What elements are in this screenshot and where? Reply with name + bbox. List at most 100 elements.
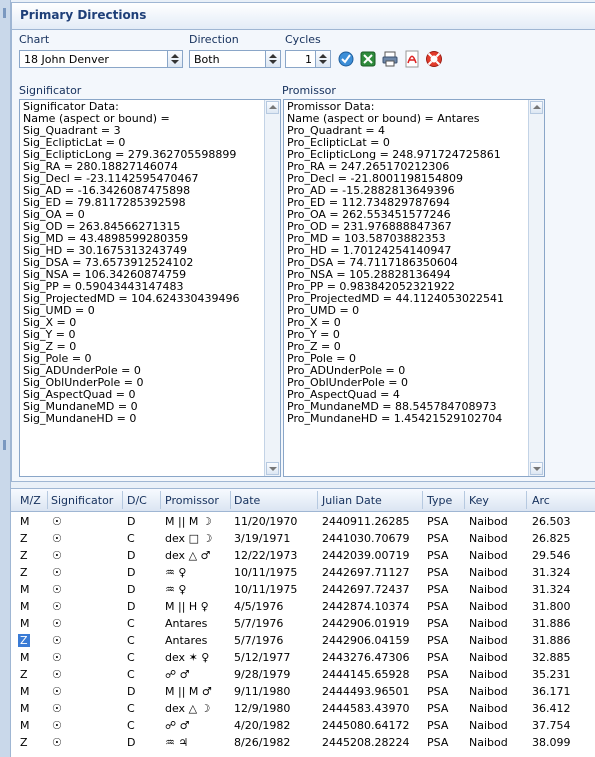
col-header-date[interactable]: Date bbox=[234, 494, 260, 507]
col-header-julian-date[interactable]: Julian Date bbox=[322, 494, 382, 507]
table-row[interactable]: M ☉ Cdex △ ☽ 12/9/1980 2444583.43970 PSA Naibo… bbox=[11, 700, 595, 717]
cell-date: 10/11/1975 bbox=[234, 566, 298, 579]
cell-promissor: M || M ♂ bbox=[165, 685, 212, 698]
cell-promissor: M || M ☽ bbox=[165, 515, 212, 528]
cell-arc: 31.800 bbox=[532, 600, 571, 613]
cell-arc: 36.171 bbox=[532, 685, 571, 698]
scroll-up-icon[interactable] bbox=[530, 101, 543, 114]
cell-type: PSA bbox=[427, 651, 449, 664]
scroll-down-icon[interactable] bbox=[266, 462, 279, 475]
scroll-up-icon[interactable] bbox=[266, 101, 279, 114]
cell-promissor: ☍ ♂ bbox=[165, 668, 190, 681]
significator-scrollbar[interactable] bbox=[264, 100, 280, 476]
cell-mz: Z bbox=[20, 532, 28, 545]
cell-dc: C bbox=[127, 651, 135, 664]
table-row[interactable]: M ☉ C ☍ ♂ 4/20/1982 2445080.64172 PSA Naibod 37.… bbox=[11, 717, 595, 734]
col-header-dc[interactable]: D/C bbox=[127, 494, 147, 507]
cycles-spin-arrows-icon[interactable] bbox=[315, 51, 330, 67]
cell-dc: D bbox=[127, 736, 136, 749]
direction-select-value: Both bbox=[194, 53, 220, 66]
table-row[interactable]: Z ☉ C Antares 5/7/1976 2442906.04159 PSA Naibod… bbox=[11, 632, 595, 649]
table-row[interactable]: Z ☉ Ddex △ ♂ 12/22/1973 2442039.00719 PSA Naib… bbox=[11, 547, 595, 564]
cell-dc: D bbox=[127, 549, 136, 562]
cell-type: PSA bbox=[427, 736, 449, 749]
cell-arc: 35.231 bbox=[532, 668, 571, 681]
cell-type: PSA bbox=[427, 566, 449, 579]
table-row[interactable]: M ☉ D M || H ♀ 4/5/1976 2442874.10374 PSA Naibo… bbox=[11, 598, 595, 615]
cell-julian-date: 2445080.64172 bbox=[322, 719, 410, 732]
promissor-textbox[interactable]: Promissor Data: Name (aspect or bound) =… bbox=[283, 99, 545, 477]
window: Primary Directions Chart 18 John Denver … bbox=[0, 0, 595, 757]
cell-arc: 26.825 bbox=[532, 532, 571, 545]
cell-promissor: ☍ ♂ bbox=[165, 719, 190, 732]
cell-julian-date: 2444493.96501 bbox=[322, 685, 410, 698]
cell-dc: D bbox=[127, 566, 136, 579]
cell-type: PSA bbox=[427, 634, 449, 647]
cell-date: 4/20/1982 bbox=[234, 719, 291, 732]
cell-type: PSA bbox=[427, 617, 449, 630]
col-header-promissor[interactable]: Promissor bbox=[165, 494, 219, 507]
table-row[interactable]: M ☉ Cdex ✶ ♀ 5/12/1977 2443276.47306 PSA Naibo… bbox=[11, 649, 595, 666]
cell-julian-date: 2442697.71127 bbox=[322, 566, 410, 579]
cell-julian-date: 2441030.70679 bbox=[322, 532, 410, 545]
table-row[interactable]: Z ☉ D ♒ ♃ 8/26/1982 2445208.28224 PSA Naibod 38.… bbox=[11, 734, 595, 751]
cell-julian-date: 2442039.00719 bbox=[322, 549, 410, 562]
cell-julian-date: 2443276.47306 bbox=[322, 651, 410, 664]
cell-mz: M bbox=[20, 719, 30, 732]
table-row[interactable]: Z ☉ D ♒ ♀ 10/11/1975 2442697.71127 PSA Naibod 31… bbox=[11, 564, 595, 581]
left-dock-edge[interactable] bbox=[0, 0, 11, 757]
chart-select[interactable]: 18 John Denver bbox=[19, 50, 183, 68]
cell-dc: C bbox=[127, 634, 135, 647]
cell-arc: 29.546 bbox=[532, 549, 571, 562]
cell-significator: ☉ bbox=[52, 651, 62, 664]
col-header-arc[interactable]: Arc bbox=[532, 494, 550, 507]
cell-significator: ☉ bbox=[52, 600, 62, 613]
cell-dc: C bbox=[127, 617, 135, 630]
col-header-type[interactable]: Type bbox=[427, 494, 452, 507]
table-row[interactable]: M ☉ D ♒ ♀ 10/11/1975 2442697.72437 PSA Naibod 31… bbox=[11, 581, 595, 598]
table-row[interactable]: Z ☉ C ☍ ♂ 9/28/1979 2444145.65928 PSA Naibod 35.… bbox=[11, 666, 595, 683]
cell-julian-date: 2442906.04159 bbox=[322, 634, 410, 647]
table-row[interactable]: M ☉ D M || M ♂ 9/11/1980 2444493.96501 PSA Naib… bbox=[11, 683, 595, 700]
table-row[interactable]: Z ☉ Cdex □ ☽ 3/19/1971 2441030.70679 PSA Naibo… bbox=[11, 530, 595, 547]
chart-select-arrow-icon[interactable] bbox=[167, 51, 182, 67]
cell-significator: ☉ bbox=[52, 617, 62, 630]
col-header-key[interactable]: Key bbox=[469, 494, 489, 507]
pdf-icon[interactable] bbox=[403, 50, 421, 68]
cell-key: Naibod bbox=[469, 719, 508, 732]
cell-significator: ☉ bbox=[52, 668, 62, 681]
cell-key: Naibod bbox=[469, 600, 508, 613]
cell-key: Naibod bbox=[469, 634, 508, 647]
col-header-significator[interactable]: Significator bbox=[51, 494, 113, 507]
cell-mz: M bbox=[20, 651, 30, 664]
cell-date: 5/7/1976 bbox=[234, 617, 284, 630]
cell-type: PSA bbox=[427, 668, 449, 681]
promissor-scrollbar[interactable] bbox=[528, 100, 544, 476]
direction-select-arrow-icon[interactable] bbox=[265, 51, 280, 67]
cell-significator: ☉ bbox=[52, 634, 62, 647]
export-excel-icon[interactable] bbox=[359, 50, 377, 68]
significator-textbox[interactable]: Significator Data: Name (aspect or bound… bbox=[19, 99, 281, 477]
cell-dc: D bbox=[127, 515, 136, 528]
cell-mz: Z bbox=[20, 549, 28, 562]
cell-mz: Z bbox=[20, 736, 28, 749]
cell-date: 12/22/1973 bbox=[234, 549, 298, 562]
cycles-stepper[interactable]: 1 bbox=[285, 50, 331, 68]
cell-type: PSA bbox=[427, 719, 449, 732]
calculate-icon[interactable] bbox=[337, 50, 355, 68]
help-icon[interactable] bbox=[425, 50, 443, 68]
cell-dc: C bbox=[127, 532, 135, 545]
scroll-down-icon[interactable] bbox=[530, 462, 543, 475]
col-header-mz[interactable]: M/Z bbox=[20, 494, 41, 507]
cell-promissor: ♒ ♀ bbox=[165, 583, 187, 596]
table-row[interactable]: M ☉ D M || M ☽ 11/20/1970 2440911.26285 PSA Nai… bbox=[11, 513, 595, 530]
cell-significator: ☉ bbox=[52, 685, 62, 698]
cell-date: 4/5/1976 bbox=[234, 600, 284, 613]
cell-type: PSA bbox=[427, 515, 449, 528]
direction-select[interactable]: Both bbox=[189, 50, 281, 68]
cell-promissor: dex □ ☽ bbox=[165, 532, 213, 545]
table-row[interactable]: M ☉ C Antares 5/7/1976 2442906.01919 PSA Naibod… bbox=[11, 615, 595, 632]
directions-grid[interactable]: M/Z Significator D/C Promissor Date Juli… bbox=[11, 488, 595, 757]
print-icon[interactable] bbox=[381, 50, 399, 68]
cell-date: 12/9/1980 bbox=[234, 702, 291, 715]
